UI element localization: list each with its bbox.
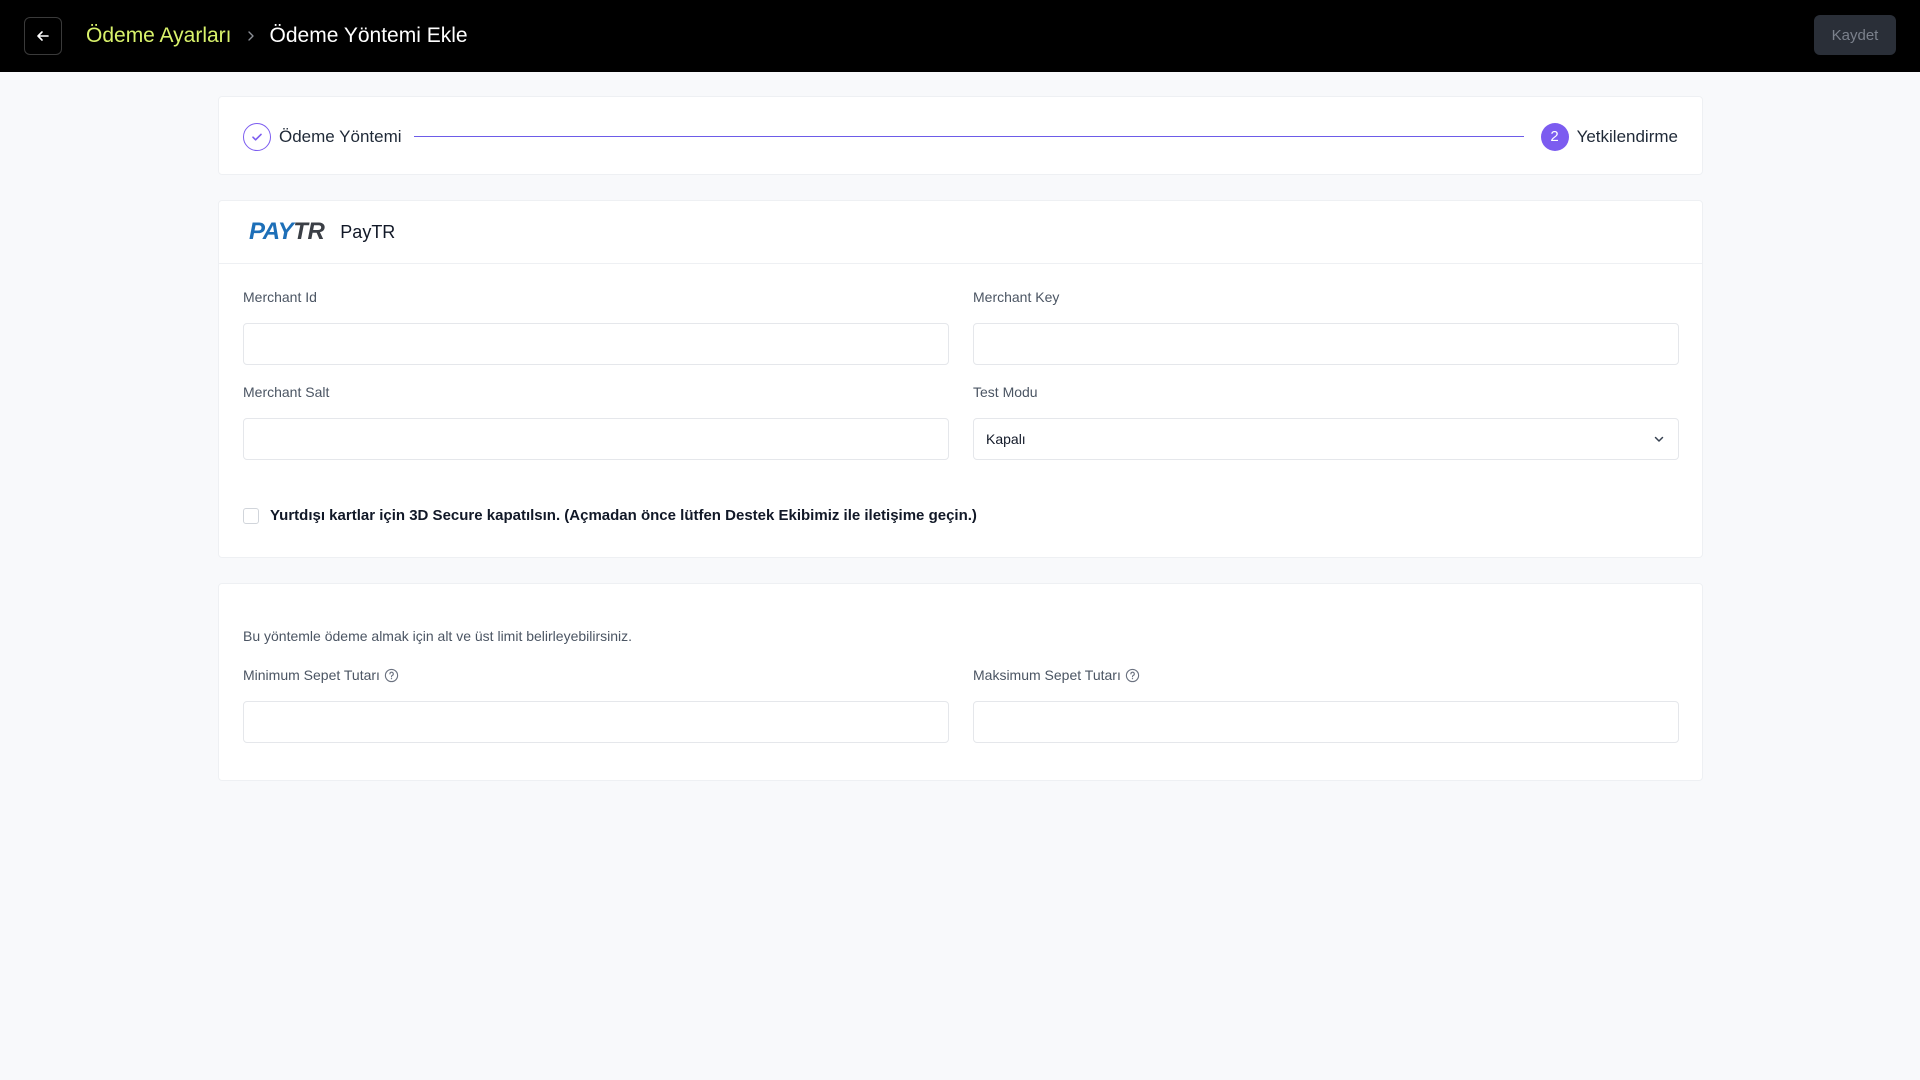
max-cart-field: Maksimum Sepet Tutarı bbox=[973, 665, 1679, 743]
merchant-id-input[interactable] bbox=[243, 323, 949, 365]
cart-limits-card: Bu yöntemle ödeme almak için alt ve üst … bbox=[218, 583, 1703, 781]
step-label: Yetkilendirme bbox=[1576, 126, 1678, 146]
secure-3d-label[interactable]: Yurtdışı kartlar için 3D Secure kapatıls… bbox=[270, 507, 977, 524]
question-circle-icon[interactable] bbox=[384, 668, 399, 683]
merchant-key-field: Merchant Key bbox=[973, 287, 1679, 365]
chevron-right-icon bbox=[247, 31, 254, 41]
arrow-left-icon bbox=[37, 31, 49, 41]
breadcrumb-separator bbox=[246, 30, 256, 42]
top-bar: Ödeme Ayarları Ödeme Yöntemi Ekle Kaydet bbox=[0, 0, 1920, 72]
test-mode-selected-value: Kapalı bbox=[986, 431, 1026, 447]
stepper: Ödeme Yöntemi 2 Yetkilendirme bbox=[218, 96, 1703, 175]
max-cart-input[interactable] bbox=[973, 701, 1679, 743]
save-button[interactable]: Kaydet bbox=[1814, 15, 1896, 55]
merchant-key-label: Merchant Key bbox=[973, 289, 1060, 305]
paytr-logo: PAYTR bbox=[249, 218, 325, 245]
step-authorization[interactable]: 2 Yetkilendirme bbox=[1540, 97, 1678, 176]
merchant-salt-input[interactable] bbox=[243, 418, 949, 460]
merchant-salt-label: Merchant Salt bbox=[243, 384, 330, 400]
question-circle-icon[interactable] bbox=[1125, 668, 1140, 683]
test-mode-select[interactable]: Kapalı bbox=[973, 418, 1679, 460]
merchant-id-label: Merchant Id bbox=[243, 289, 317, 305]
merchant-id-field: Merchant Id bbox=[243, 287, 949, 365]
provider-header: PAYTR PayTR bbox=[219, 201, 1702, 264]
check-icon bbox=[252, 133, 262, 141]
min-cart-input[interactable] bbox=[243, 701, 949, 743]
chevron-down-icon bbox=[1654, 436, 1664, 442]
back-button[interactable] bbox=[24, 17, 62, 55]
limits-description: Bu yöntemle ödeme almak için alt ve üst … bbox=[243, 628, 633, 644]
merchant-key-input[interactable] bbox=[973, 323, 1679, 365]
page-title: Ödeme Yöntemi Ekle bbox=[269, 24, 468, 47]
step-payment-method[interactable]: Ödeme Yöntemi bbox=[243, 97, 402, 176]
provider-name: PayTR bbox=[340, 221, 396, 242]
step-number-badge: 2 bbox=[1540, 122, 1569, 151]
test-mode-label: Test Modu bbox=[973, 384, 1038, 400]
min-cart-field: Minimum Sepet Tutarı bbox=[243, 665, 949, 743]
secure-3d-checkbox[interactable] bbox=[243, 507, 259, 524]
min-cart-label: Minimum Sepet Tutarı bbox=[243, 665, 949, 685]
secure-3d-option: Yurtdışı kartlar için 3D Secure kapatıls… bbox=[243, 507, 977, 524]
step-connector bbox=[414, 136, 1524, 137]
step-label: Ödeme Yöntemi bbox=[279, 126, 402, 146]
breadcrumb: Ödeme Ayarları Ödeme Yöntemi Ekle bbox=[86, 24, 468, 48]
merchant-salt-field: Merchant Salt bbox=[243, 382, 949, 460]
max-cart-label: Maksimum Sepet Tutarı bbox=[973, 665, 1679, 685]
test-mode-field: Test Modu Kapalı bbox=[973, 382, 1679, 460]
credentials-card: PAYTR PayTR Merchant Id Merchant Key Mer… bbox=[218, 200, 1703, 558]
step-completed-badge bbox=[243, 122, 271, 151]
breadcrumb-parent-link[interactable]: Ödeme Ayarları bbox=[86, 24, 232, 48]
